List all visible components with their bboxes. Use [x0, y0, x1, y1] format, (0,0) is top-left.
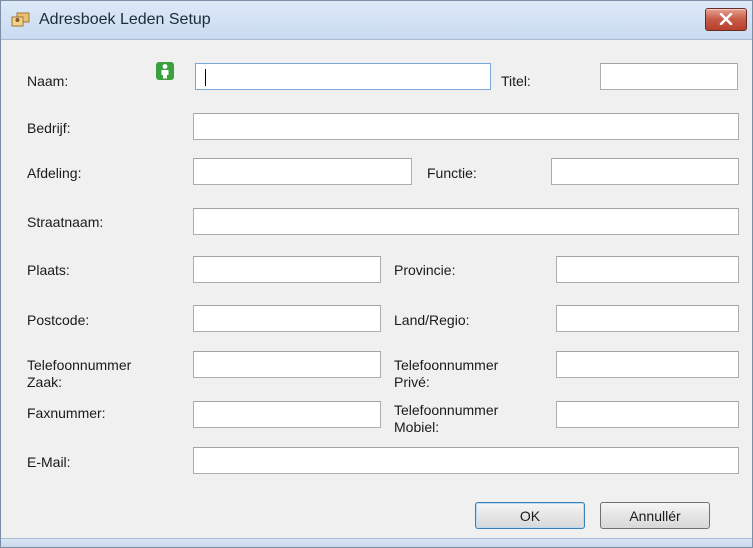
email-label: E-Mail:	[27, 454, 71, 470]
telefoon-prive-input[interactable]	[556, 351, 739, 378]
telefoon-zaak-label: Telefoonnummer Zaak:	[27, 357, 132, 390]
plaats-label: Plaats:	[27, 262, 70, 278]
dialog-window: Adresboek Leden Setup Naam: Titel: Bedri…	[0, 0, 753, 548]
telefoon-prive-label: Telefoonnummer Privé:	[394, 357, 499, 390]
plaats-input[interactable]	[193, 256, 381, 283]
window-title: Adresboek Leden Setup	[39, 11, 211, 28]
telefoon-zaak-input[interactable]	[193, 351, 381, 378]
afdeling-input[interactable]	[193, 158, 412, 185]
postcode-input[interactable]	[193, 305, 381, 332]
postcode-label: Postcode:	[27, 312, 90, 328]
window-bottom-border	[1, 538, 752, 547]
bedrijf-input[interactable]	[193, 113, 739, 140]
faxnummer-label: Faxnummer:	[27, 405, 106, 421]
form-area: Naam: Titel: Bedrijf: Afdeling: Functie:…	[8, 40, 745, 540]
telefoon-mobiel-label: Telefoonnummer Mobiel:	[394, 402, 499, 435]
naam-label: Naam:	[27, 73, 69, 89]
address-book-icon	[11, 12, 30, 27]
ok-button[interactable]: OK	[475, 502, 585, 529]
bedrijf-label: Bedrijf:	[27, 120, 71, 136]
provincie-label: Provincie:	[394, 262, 456, 278]
naam-input[interactable]	[195, 63, 491, 90]
land-regio-label: Land/Regio:	[394, 312, 470, 328]
text-caret	[205, 69, 206, 86]
title-bar[interactable]: Adresboek Leden Setup	[1, 1, 752, 40]
straatnaam-label: Straatnaam:	[27, 214, 104, 230]
telefoon-mobiel-input[interactable]	[556, 401, 739, 428]
email-input[interactable]	[193, 447, 739, 474]
close-button[interactable]	[705, 8, 747, 31]
titel-label: Titel:	[501, 73, 531, 89]
straatnaam-input[interactable]	[193, 208, 739, 235]
cancel-button[interactable]: Annullér	[600, 502, 710, 529]
functie-input[interactable]	[551, 158, 739, 185]
person-icon[interactable]	[156, 62, 174, 80]
faxnummer-input[interactable]	[193, 401, 381, 428]
land-regio-input[interactable]	[556, 305, 739, 332]
close-icon	[719, 13, 733, 25]
titel-input[interactable]	[600, 63, 738, 90]
afdeling-label: Afdeling:	[27, 165, 82, 181]
functie-label: Functie:	[427, 165, 477, 181]
provincie-input[interactable]	[556, 256, 739, 283]
